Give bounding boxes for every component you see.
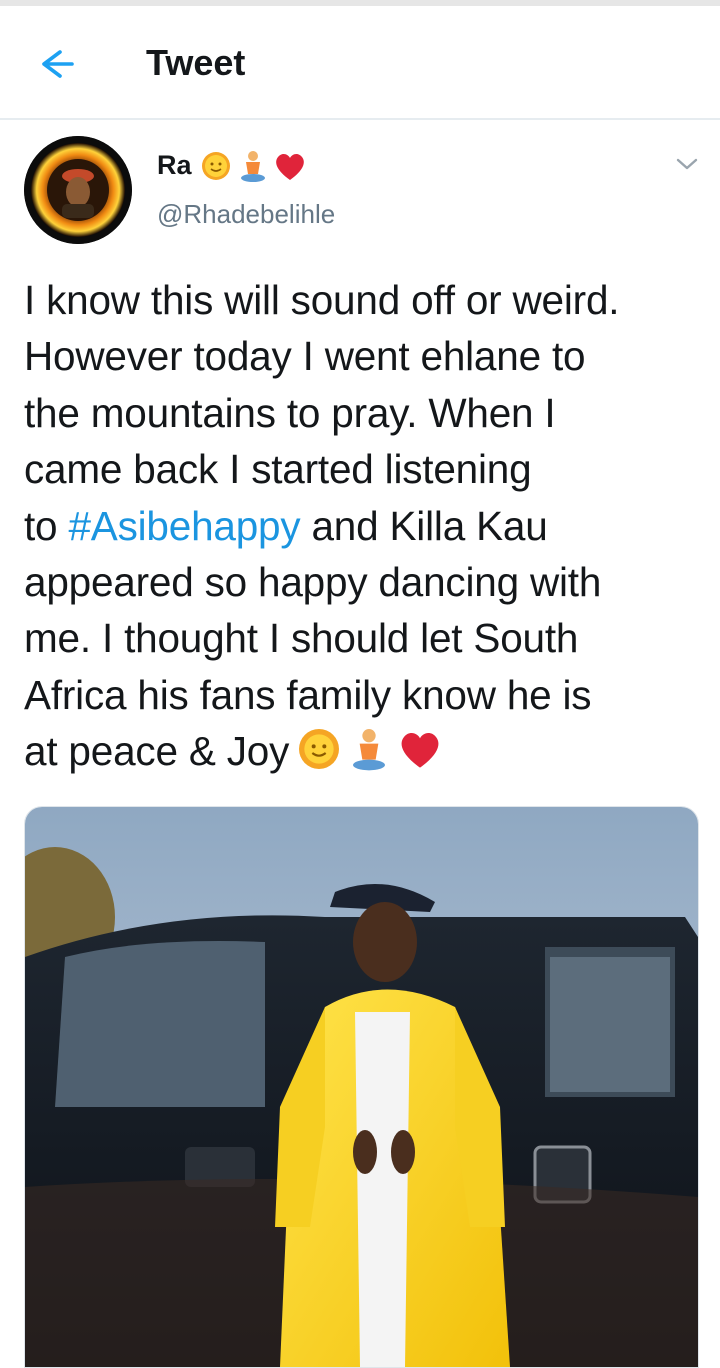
tweet-text: I know this will sound off or weird. How… xyxy=(24,272,704,780)
tweet-text-line: at peace & Joy xyxy=(24,723,704,779)
person-in-lotus-position-icon xyxy=(241,151,265,182)
tweet-text-line: However today I went ehlane to xyxy=(24,333,586,380)
tweet-text-line: appeared so happy dancing with xyxy=(24,558,602,605)
photo-image xyxy=(25,807,698,1367)
chevron-down-icon[interactable] xyxy=(672,152,702,176)
app-header: Tweet xyxy=(0,6,720,120)
tweet-photo[interactable] xyxy=(24,806,699,1368)
tweet-text-line: I know this will sound off or weird. xyxy=(24,277,620,323)
avatar[interactable] xyxy=(24,136,132,244)
person-in-lotus-position-icon xyxy=(353,729,386,771)
name-emojis xyxy=(198,146,308,186)
sun-icon xyxy=(299,729,340,770)
tweet-text-segment: at peace & Joy xyxy=(24,728,290,775)
back-arrow-icon[interactable] xyxy=(30,44,82,84)
tweet-text-segment: to xyxy=(24,502,69,549)
tweet-text-line: came back I started listening xyxy=(24,446,532,493)
red-heart-icon xyxy=(276,154,304,180)
hashtag-link[interactable]: #Asibehappy xyxy=(68,503,300,549)
inline-emojis xyxy=(295,725,445,773)
display-name[interactable]: Ra xyxy=(157,150,192,181)
tweet-text-line: to #Asibehappy and Killa Kau xyxy=(24,498,704,554)
sun-icon xyxy=(202,152,230,180)
tweet-text-line: Africa his fans family know he is xyxy=(24,671,592,718)
avatar-image xyxy=(24,136,132,244)
red-heart-icon xyxy=(401,733,439,768)
user-handle[interactable]: @Rhadebelihle xyxy=(157,199,335,230)
tweet-text-line: the mountains to pray. When I xyxy=(24,389,556,436)
tweet-text-line: me. I thought I should let South xyxy=(24,615,579,662)
tweet-text-segment: and Killa Kau xyxy=(300,502,548,549)
page-title: Tweet xyxy=(146,42,246,83)
